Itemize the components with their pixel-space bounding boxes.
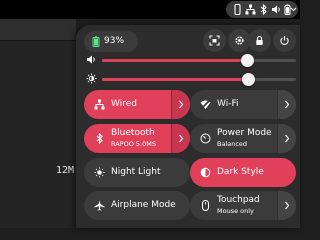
terminal-text-fragment: 12M [56, 165, 75, 176]
volume-icon [272, 5, 280, 14]
quick-settings-panel: 93% Wired Wi-Fi Bluetooth RAPOO 5.0MS Po… [76, 25, 300, 228]
volume-slider-handle[interactable] [241, 54, 254, 67]
brightness-slider[interactable] [102, 73, 296, 86]
power-profile-icon [200, 133, 211, 144]
airplane-icon [94, 200, 105, 211]
background-terminal-window: 12M [0, 19, 76, 228]
tile-wired-expand-button[interactable] [171, 90, 190, 119]
system-status-menu[interactable] [226, 1, 298, 18]
tile-bluetooth-expand-button[interactable] [171, 124, 190, 153]
phone-icon [234, 4, 241, 15]
tile-power-mode-subtitle: Balanced [217, 140, 248, 148]
tile-power-mode-expand-button[interactable] [277, 124, 296, 153]
tile-bluetooth-label: Bluetooth [111, 128, 155, 138]
screenshot-button[interactable] [203, 29, 226, 52]
volume-slider-row [76, 53, 300, 67]
chevron-right-icon [179, 100, 184, 109]
tile-dark-style[interactable]: Dark Style [190, 158, 296, 187]
settings-gear-icon [235, 36, 244, 45]
chevron-right-icon [285, 201, 290, 210]
bluetooth-icon [96, 133, 103, 144]
battery-charging-icon [92, 36, 100, 47]
tile-night-light-label: Night Light [111, 167, 161, 177]
power-button[interactable] [273, 29, 296, 52]
tile-wired-label: Wired [111, 99, 137, 109]
volume-icon [87, 55, 95, 64]
chevron-down-icon [290, 7, 297, 12]
tile-touchpad-subtitle: Mouse only [217, 207, 254, 215]
tile-wifi[interactable]: Wi-Fi [190, 90, 296, 119]
battery-percentage: 93% [104, 36, 125, 46]
tile-power-mode[interactable]: Power Mode Balanced [190, 124, 296, 153]
night-light-icon [94, 167, 105, 178]
brightness-slider-handle[interactable] [242, 73, 255, 86]
lock-button[interactable] [248, 29, 271, 52]
network-wired-icon [245, 4, 256, 15]
network-wired-icon [94, 99, 105, 110]
chevron-right-icon [285, 134, 290, 143]
tile-airplane-mode-label: Airplane Mode [111, 200, 176, 210]
tile-touchpad-expand-button[interactable] [277, 191, 296, 220]
tile-bluetooth-subtitle: RAPOO 5.0MS [111, 140, 156, 148]
brightness-icon [86, 73, 97, 84]
wifi-disabled-icon [200, 99, 211, 110]
mouse-icon [202, 200, 209, 211]
tile-wifi-label: Wi-Fi [217, 99, 239, 109]
tile-dark-style-label: Dark Style [217, 167, 264, 177]
lock-icon [256, 35, 263, 45]
brightness-slider-row [76, 72, 300, 86]
power-icon [280, 36, 289, 45]
dark-style-icon [200, 167, 211, 178]
top-bar [0, 0, 300, 19]
window-headerbar [0, 19, 76, 41]
bluetooth-icon [260, 4, 267, 15]
tile-touchpad-label: Touchpad [217, 195, 260, 205]
tile-bluetooth[interactable]: Bluetooth RAPOO 5.0MS [84, 124, 190, 153]
tile-wifi-expand-button[interactable] [277, 90, 296, 119]
battery-status[interactable]: 93% [84, 31, 138, 52]
tile-wired[interactable]: Wired [84, 90, 190, 119]
chevron-right-icon [285, 100, 290, 109]
tile-touchpad[interactable]: Touchpad Mouse only [190, 191, 296, 220]
tile-airplane-mode[interactable]: Airplane Mode [84, 191, 190, 220]
chevron-right-icon [179, 134, 184, 143]
tile-power-mode-label: Power Mode [217, 128, 272, 138]
tile-night-light[interactable]: Night Light [84, 158, 190, 187]
volume-slider-fill [102, 59, 248, 62]
brightness-slider-fill [102, 78, 249, 81]
volume-slider[interactable] [102, 54, 296, 67]
screenshot-icon [209, 35, 220, 46]
